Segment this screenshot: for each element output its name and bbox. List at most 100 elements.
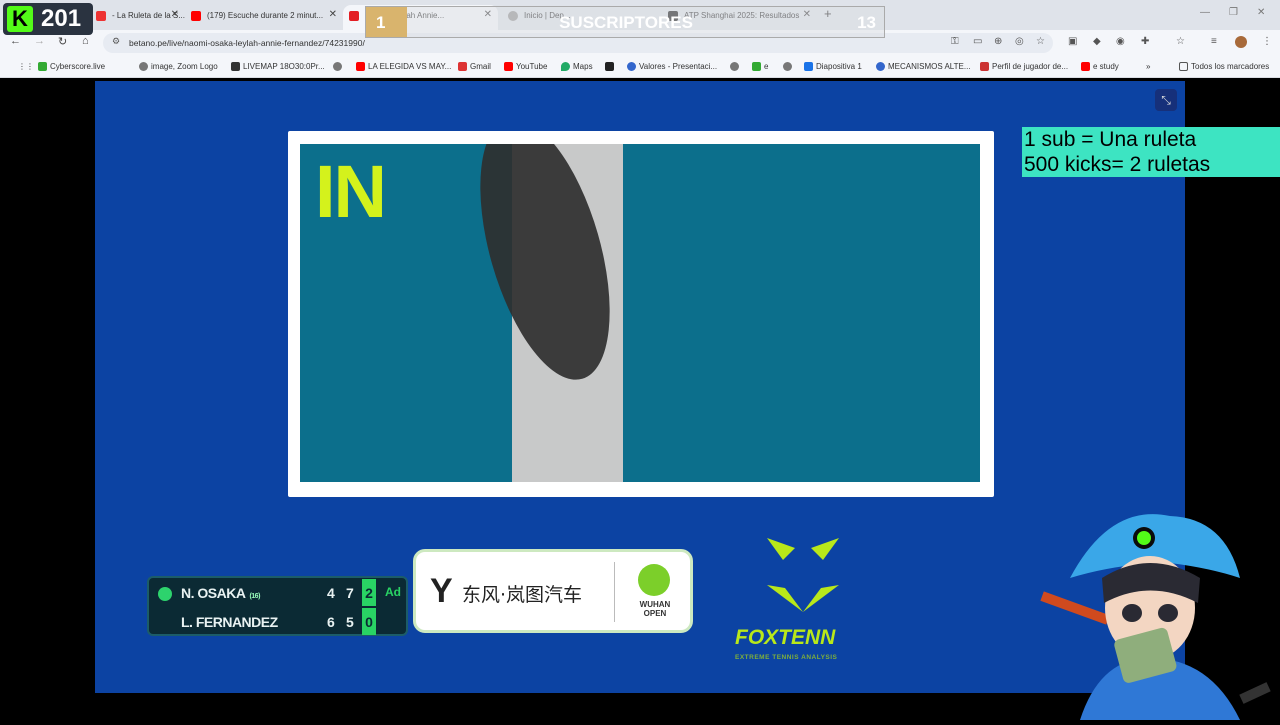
menu-icon[interactable]: ⋮ — [1262, 36, 1272, 47]
player-name: N. OSAKA (16) — [181, 585, 260, 601]
bookmark-label: Todos los marcadores — [1191, 62, 1270, 71]
site-info-icon[interactable]: ⚙ — [112, 36, 120, 47]
subs-goal: 13 — [857, 13, 876, 32]
youtube-icon — [1081, 62, 1090, 71]
bookmark-icon — [605, 62, 614, 71]
key-icon[interactable]: ⚿ — [951, 36, 959, 47]
close-window-icon[interactable]: ✕ — [1257, 7, 1265, 18]
fox-head-icon — [767, 538, 839, 612]
bookmark-icon — [627, 62, 636, 71]
globe-icon — [783, 62, 792, 71]
apps-grid-icon[interactable]: ⋮⋮ — [8, 62, 34, 71]
foxtenn-logo: FOXTENN EXTREME TENNIS ANALYSIS — [735, 530, 870, 665]
bookmark-label: Gmail — [470, 62, 491, 71]
bookmark-item[interactable]: Cyberscore.live — [38, 62, 105, 71]
globe-icon — [730, 62, 739, 71]
voyah-logo-icon: Y — [430, 572, 453, 610]
tab-1[interactable]: - La Ruleta de la S... ✕ — [90, 5, 185, 30]
tab-2[interactable]: (179) Escuche durante 2 minut... ✕ — [185, 5, 343, 30]
extension-icon[interactable]: ▣ — [1068, 36, 1077, 47]
restore-icon[interactable]: ❐ — [1229, 7, 1238, 18]
bookmark-item[interactable]: LIVEMAP 18O30:0Pr... — [231, 62, 325, 71]
youtube-icon — [356, 62, 365, 71]
avatar[interactable] — [1235, 36, 1247, 48]
bookmark-label: Maps — [573, 62, 593, 71]
kick-count: 201 — [41, 5, 82, 32]
bookmark-icon — [980, 62, 989, 71]
serve-indicator-icon — [158, 587, 172, 601]
bookmark-item[interactable]: Diapositiva 1 — [804, 62, 862, 71]
player-name-text: N. OSAKA — [181, 585, 246, 601]
tab-favicon — [96, 11, 106, 21]
player-name-text: L. FERNANDEZ — [181, 614, 278, 630]
bookmark-star-icon[interactable]: ☆ — [1036, 36, 1045, 47]
reading-list-icon[interactable]: ≡ — [1211, 36, 1217, 47]
forward-icon[interactable]: → — [34, 35, 45, 47]
bookmark-item[interactable]: e — [752, 62, 768, 71]
extension-icon[interactable]: ◆ — [1093, 36, 1101, 47]
player-name: L. FERNANDEZ — [181, 614, 278, 630]
bookmark-item[interactable]: Valores - Presentaci... — [627, 62, 717, 71]
bookmark-item[interactable]: Perfil de jugador de... — [980, 62, 1068, 71]
tracking-icon[interactable]: ◎ — [1015, 36, 1024, 47]
set-2-score: 7 — [346, 585, 354, 601]
subscriber-goal-bar: 1 SUSCRIPTORES 13 — [365, 6, 885, 38]
sponsor-name: 东风·岚图汽车 — [462, 584, 583, 606]
zoom-icon[interactable]: ⊕ — [994, 36, 1002, 47]
maps-pin-icon — [561, 62, 570, 71]
close-icon[interactable]: ✕ — [171, 9, 179, 20]
bookmark-icon — [231, 62, 240, 71]
cast-icon[interactable]: ▭ — [973, 36, 982, 47]
youtube-icon — [191, 11, 201, 21]
bookmark-item[interactable]: Gmail — [458, 62, 491, 71]
promo-line-2: 500 kicks= 2 ruletas — [1024, 153, 1211, 176]
kick-follower-counter: K 201 — [3, 3, 93, 35]
bookmarks-overflow-button[interactable]: » — [1146, 62, 1150, 71]
divider — [614, 562, 615, 622]
globe-icon — [139, 62, 148, 71]
streamer-avatar — [1040, 508, 1280, 720]
bookmark-icon — [752, 62, 761, 71]
all-bookmarks-folder[interactable]: Todos los marcadores — [1179, 62, 1269, 71]
bookmark-item[interactable]: YouTube — [504, 62, 547, 71]
kick-logo-icon: K — [7, 6, 33, 32]
sponsor-banner: Y 东风·岚图汽车 WUHAN OPEN — [413, 549, 693, 633]
collapse-icon[interactable]: ⤡ — [1155, 89, 1177, 111]
bookmark-item[interactable]: e study — [1081, 62, 1119, 71]
home-icon[interactable]: ⌂ — [82, 35, 89, 47]
folder-icon — [1179, 62, 1188, 71]
reload-icon[interactable]: ↻ — [58, 35, 67, 48]
slides-icon — [804, 62, 813, 71]
bookmark-label: LA ELEGIDA VS MAY... — [368, 62, 452, 71]
minimize-icon[interactable]: — — [1200, 7, 1210, 18]
set-1-score: 4 — [327, 585, 335, 601]
bookmark-item[interactable]: MECANISMOS ALTE... — [876, 62, 971, 71]
bookmark-item[interactable]: LA ELEGIDA VS MAY... — [356, 62, 451, 71]
bookmark-icon — [38, 62, 47, 71]
extensions-puzzle-icon[interactable]: ✚ — [1141, 36, 1149, 47]
gmail-icon — [458, 62, 467, 71]
back-icon[interactable]: ← — [10, 35, 21, 47]
bookmark-label: Perfil de jugador de... — [992, 62, 1069, 71]
set-3-score: 0 — [362, 608, 376, 635]
point-score: Ad — [385, 585, 401, 599]
set-2-score: 5 — [346, 614, 354, 630]
promo-overlay: 1 sub = Una ruleta 500 kicks= 2 ruletas — [1022, 127, 1280, 177]
globe-icon — [333, 62, 342, 71]
tab-label: (179) Escuche durante 2 minut... — [207, 11, 324, 20]
extension-icon[interactable]: ◉ — [1116, 36, 1125, 47]
betano-icon — [349, 11, 359, 21]
set-1-score: 6 — [327, 614, 335, 630]
bookmark-item[interactable]: image, Zoom Logo — [139, 62, 218, 71]
hawkeye-replay-frame: IN — [288, 131, 994, 497]
bookmark-icon — [876, 62, 885, 71]
bookmark-label: YouTube — [516, 62, 548, 71]
event-name: WUHAN OPEN — [628, 600, 682, 618]
close-icon[interactable]: ✕ — [329, 9, 337, 20]
set-3-score: 2 — [362, 579, 376, 606]
player-seed: (16) — [249, 593, 260, 600]
promo-line-1: 1 sub = Una ruleta — [1024, 128, 1197, 151]
bookmarks-star-icon[interactable]: ☆ — [1176, 36, 1185, 47]
bookmark-item[interactable]: Maps — [561, 62, 593, 71]
url-text: betano.pe/live/naomi-osaka-leylah-annie-… — [129, 38, 365, 48]
